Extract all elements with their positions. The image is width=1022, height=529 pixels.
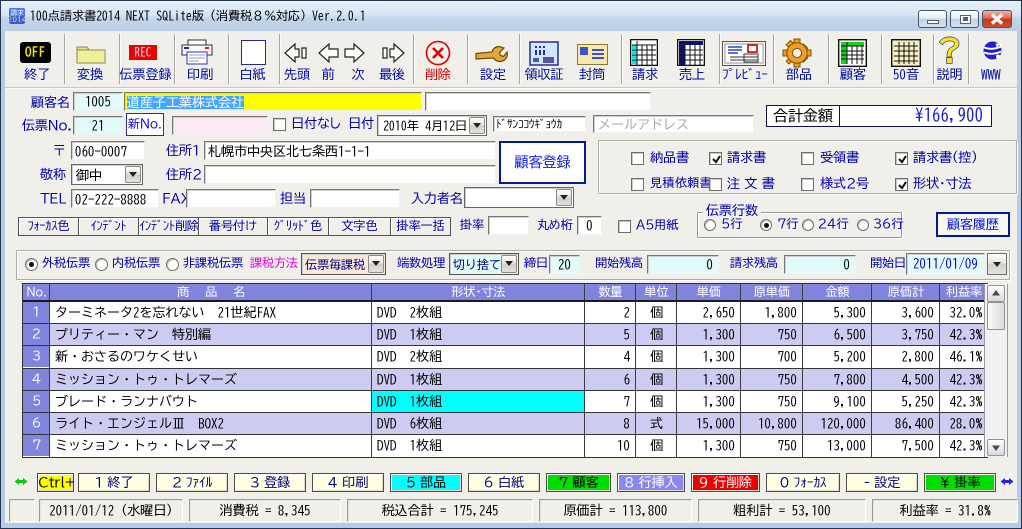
svg-text:請求: 請求	[11, 9, 25, 16]
svg-text:2014: 2014	[9, 16, 25, 23]
svg-text:?: ?	[938, 36, 961, 66]
